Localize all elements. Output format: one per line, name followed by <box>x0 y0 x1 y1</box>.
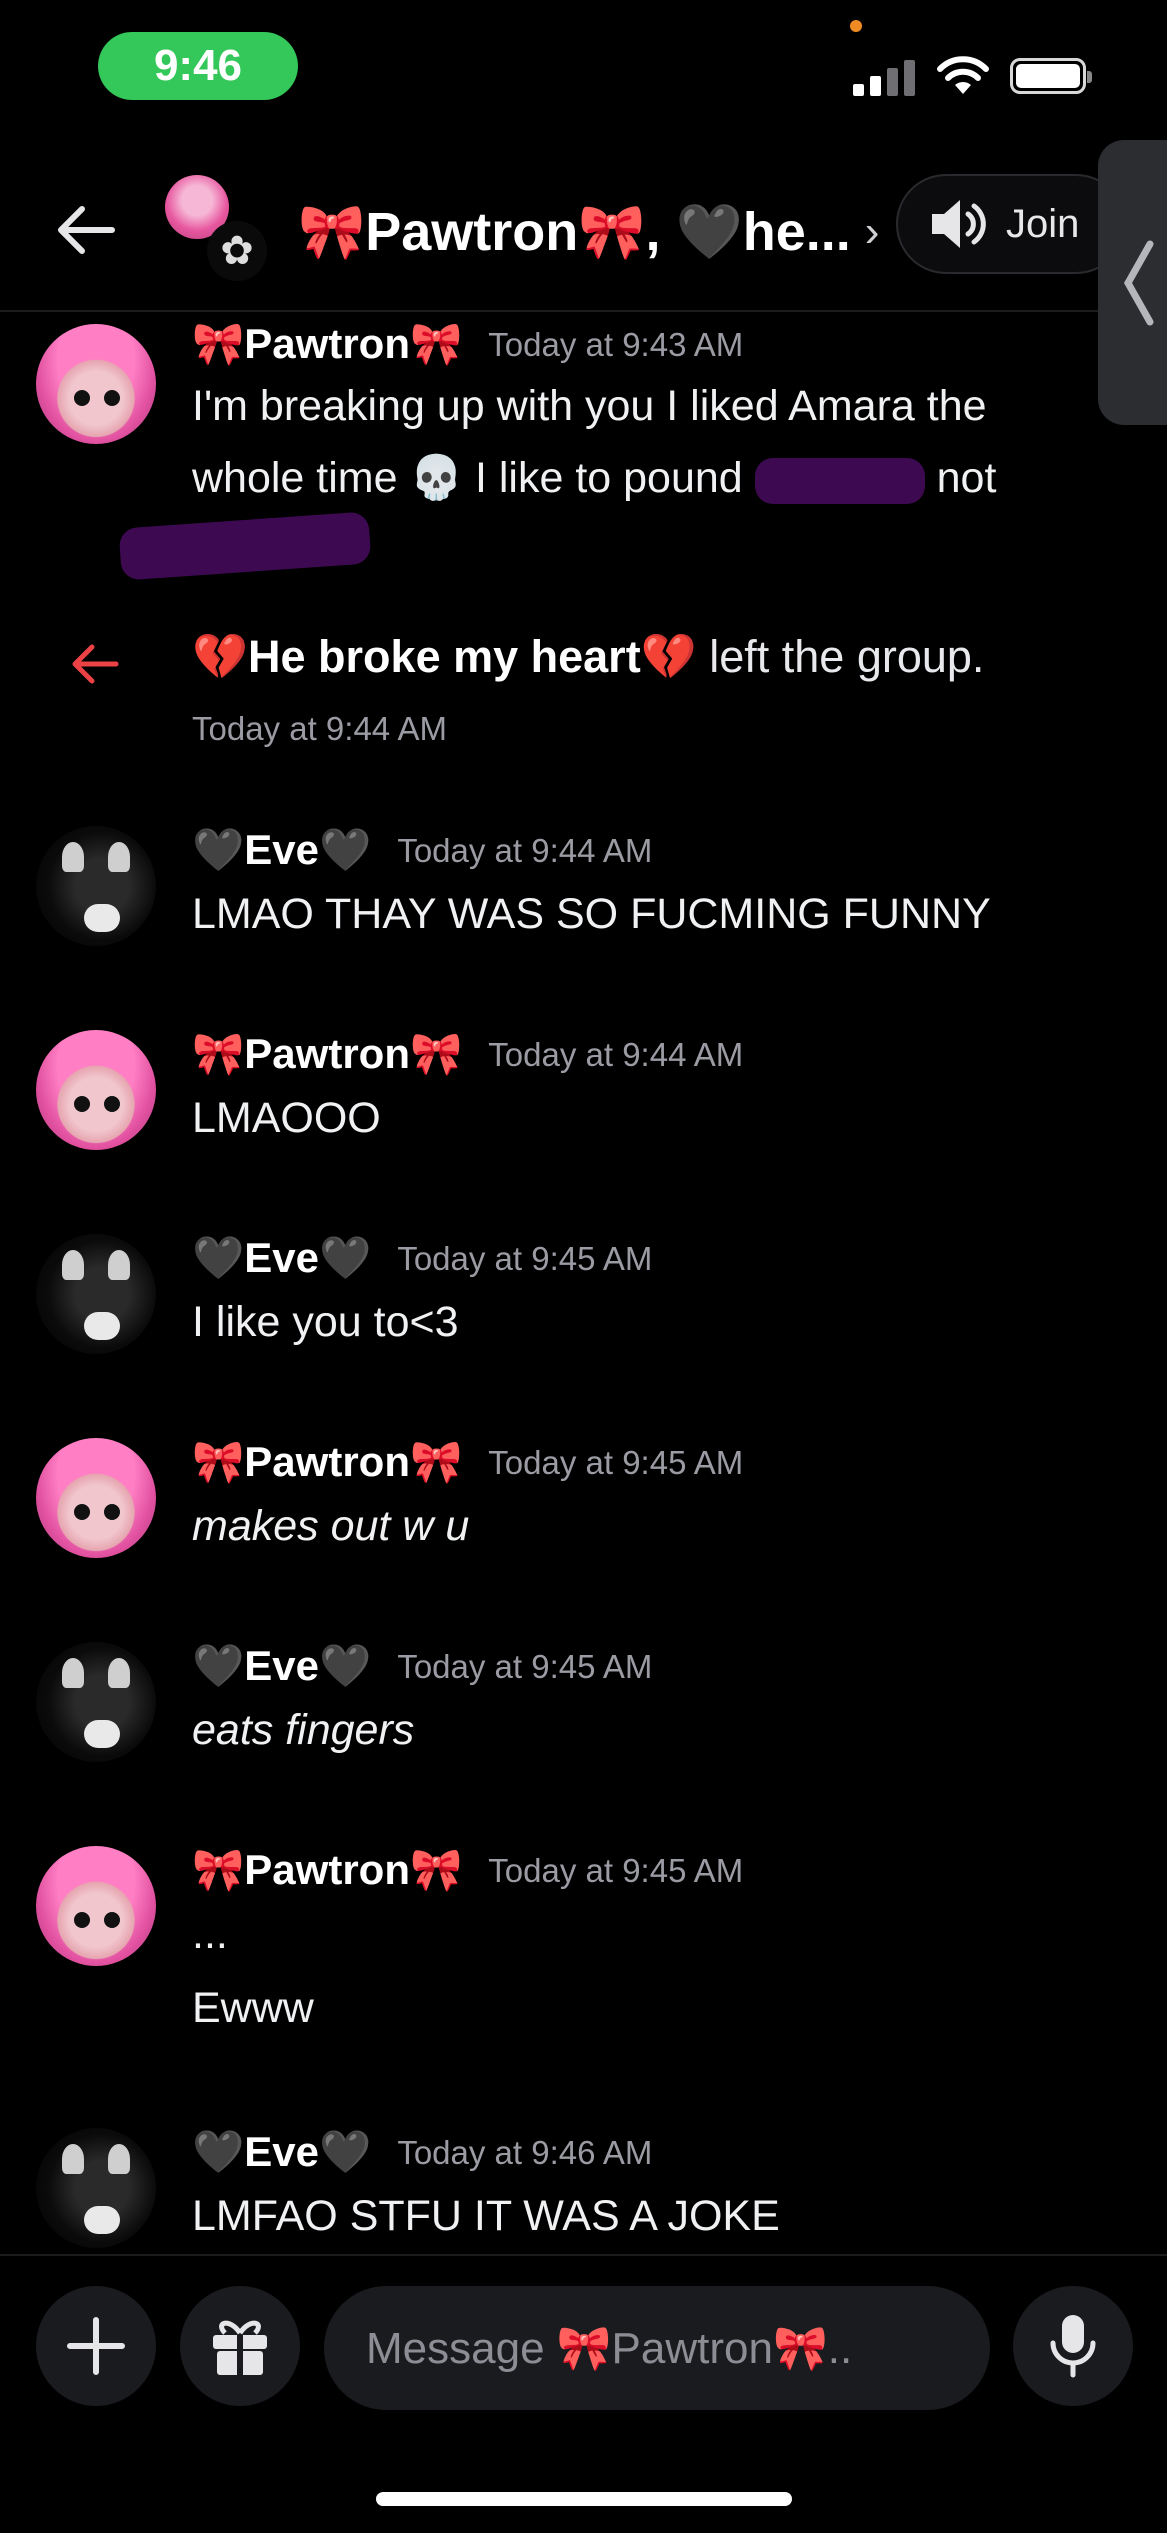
cellular-signal-icon <box>853 58 915 96</box>
privacy-indicator <box>850 20 862 32</box>
avatar[interactable] <box>36 324 156 444</box>
avatar[interactable] <box>36 1846 156 1966</box>
author-name[interactable]: 🎀Pawtron🎀 <box>192 1846 462 1895</box>
timestamp: Today at 9:46 AM <box>397 2133 653 2171</box>
avatar[interactable] <box>36 1030 156 1150</box>
redaction-scribble <box>118 511 372 581</box>
voice-message-button[interactable] <box>1013 2286 1133 2406</box>
timestamp: Today at 9:44 AM <box>488 1035 744 1073</box>
plus-icon <box>67 2317 125 2375</box>
back-arrow-icon[interactable] <box>50 195 120 265</box>
join-voice-button[interactable]: Join <box>896 174 1126 274</box>
author-name[interactable]: 🖤Eve🖤 <box>192 1234 371 1283</box>
avatar[interactable] <box>36 1642 156 1762</box>
system-action: left the group. <box>709 631 985 682</box>
microphone-icon <box>1050 2315 1096 2378</box>
battery-icon <box>1010 58 1092 94</box>
speaker-icon <box>932 200 986 248</box>
group-avatar[interactable]: ✿ <box>165 175 275 285</box>
message-text: LMAO THAY WAS SO FUCMING FUNNY <box>192 890 991 938</box>
group-avatar-kitty: ✿ <box>207 221 267 281</box>
avatar[interactable] <box>36 1438 156 1558</box>
channel-header: ✿ 🎀Pawtron🎀, 🖤he... › Join <box>0 160 1167 312</box>
author-name[interactable]: 🎀Pawtron🎀 <box>192 320 462 369</box>
timestamp: Today at 9:45 AM <box>397 1239 653 1277</box>
timestamp: Today at 9:45 AM <box>488 1851 744 1889</box>
redaction-scribble <box>754 457 925 504</box>
message-input[interactable]: Message 🎀Pawtron🎀.. <box>324 2286 990 2410</box>
timestamp: Today at 9:43 AM <box>488 325 744 363</box>
home-indicator[interactable] <box>376 2492 792 2506</box>
message-text: makes out w u <box>192 1502 470 1550</box>
channel-title[interactable]: 🎀Pawtron🎀, 🖤he... › <box>298 182 879 282</box>
chevron-right-icon: › <box>864 207 880 256</box>
avatar[interactable] <box>36 2128 156 2248</box>
gift-icon <box>213 2320 267 2377</box>
member-panel-tab[interactable] <box>1098 140 1167 425</box>
timestamp: Today at 9:44 AM <box>192 710 447 747</box>
message-text: LMFAO STFU IT WAS A JOKE <box>192 2192 780 2240</box>
author-name[interactable]: 🎀Pawtron🎀 <box>192 1030 462 1079</box>
message-text: LMAOOO <box>192 1094 381 1142</box>
message-text: eats fingers <box>192 1706 415 1754</box>
message-text: I'm breaking up with you I liked Amara t… <box>192 370 1072 514</box>
author-name[interactable]: 🖤Eve🖤 <box>192 1642 371 1691</box>
author-name[interactable]: 🎀Pawtron🎀 <box>192 1438 462 1487</box>
message-input-placeholder: Message 🎀Pawtron🎀.. <box>366 2324 853 2373</box>
author-name[interactable]: 🖤Eve🖤 <box>192 2128 371 2177</box>
author-name[interactable]: 🖤Eve🖤 <box>192 826 371 875</box>
join-label: Join <box>1006 201 1080 246</box>
timestamp: Today at 9:45 AM <box>397 1647 653 1685</box>
message-text: Ewww <box>192 1984 314 2032</box>
chevron-left-icon <box>1123 240 1154 325</box>
user-name[interactable]: 💔He broke my heart💔 <box>192 631 697 682</box>
avatar[interactable] <box>36 826 156 946</box>
message-text: I like you to<3 <box>192 1298 459 1346</box>
attach-button[interactable] <box>36 2286 156 2406</box>
status-time: 9:46 <box>98 32 298 100</box>
timestamp: Today at 9:44 AM <box>397 831 653 869</box>
wifi-icon <box>937 56 989 94</box>
gift-button[interactable] <box>180 2286 300 2406</box>
avatar[interactable] <box>36 1234 156 1354</box>
leave-arrow-icon <box>72 644 119 684</box>
channel-title-text: 🎀Pawtron🎀, 🖤he... <box>298 201 851 262</box>
message-text-part: not <box>936 454 997 502</box>
message-text: ... <box>192 1910 228 1958</box>
timestamp: Today at 9:45 AM <box>488 1443 744 1481</box>
